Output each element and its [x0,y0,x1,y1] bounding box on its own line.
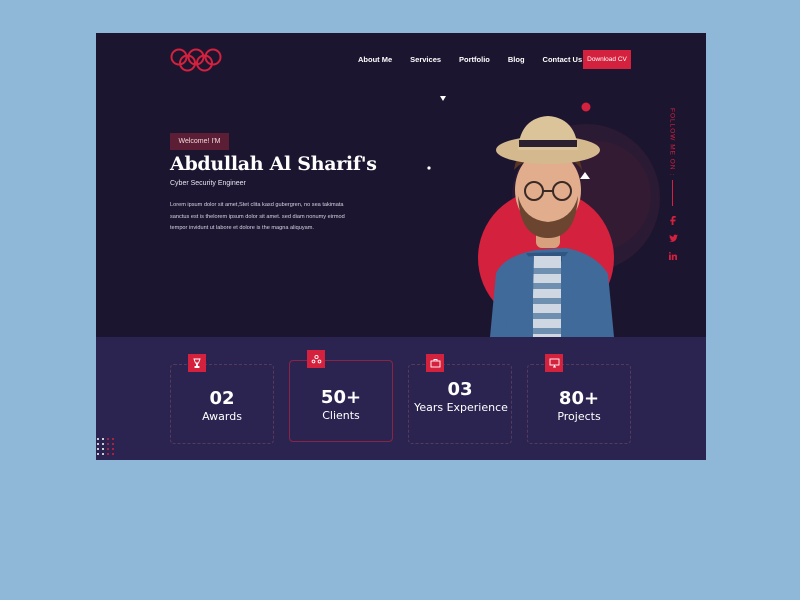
hero-role: Cyber Security Engineer [170,180,246,187]
facebook-icon[interactable] [668,215,678,225]
stat-number: 50+ [320,387,362,408]
monitor-icon [545,354,563,372]
download-cv-button[interactable]: Download CV [583,50,631,69]
stat-number: 02 [209,388,235,409]
stat-card-awards: 02 Awards [170,354,274,444]
stat-card-experience: 03 Years Experience [408,354,512,444]
stat-number: 03 [447,379,473,400]
stat-label: Clients [322,409,360,422]
hero-name: Abdullah Al Sharif's [170,153,377,175]
stat-label: Years Experience [414,401,508,414]
welcome-badge: Welcome! I'M [170,133,229,150]
stat-label: Projects [557,410,601,423]
nav-about-me[interactable]: About Me [358,55,392,64]
hero-bio: Lorem ipsum dolor sit amet,Stet clita ka… [170,202,345,231]
trophy-icon [188,354,206,372]
nav-contact-us[interactable]: Contact Us [543,55,583,64]
briefcase-icon [426,354,444,372]
website-frame: About Me Services Portfolio Blog Contact… [96,33,706,460]
twitter-icon[interactable] [668,233,678,243]
stats-section: 02 Awards 50+ Clients 03 Years Experienc… [96,337,706,460]
decor-dot [581,102,591,112]
main-nav: About Me Services Portfolio Blog Contact… [358,55,582,64]
stat-card-projects: 80+ Projects [527,354,631,444]
nav-portfolio[interactable]: Portfolio [459,55,490,64]
hero-portrait [427,96,660,337]
follow-me-label: FOLLOW ME ON : [665,108,679,208]
nav-services[interactable]: Services [410,55,441,64]
linkedin-icon[interactable] [668,251,678,261]
dots-decoration [97,438,114,455]
stat-number: 80+ [558,388,600,409]
users-icon [307,350,325,368]
stat-label: Awards [202,410,242,423]
stat-card-clients: 50+ Clients [289,350,393,442]
logo[interactable] [170,48,222,72]
nav-blog[interactable]: Blog [508,55,525,64]
